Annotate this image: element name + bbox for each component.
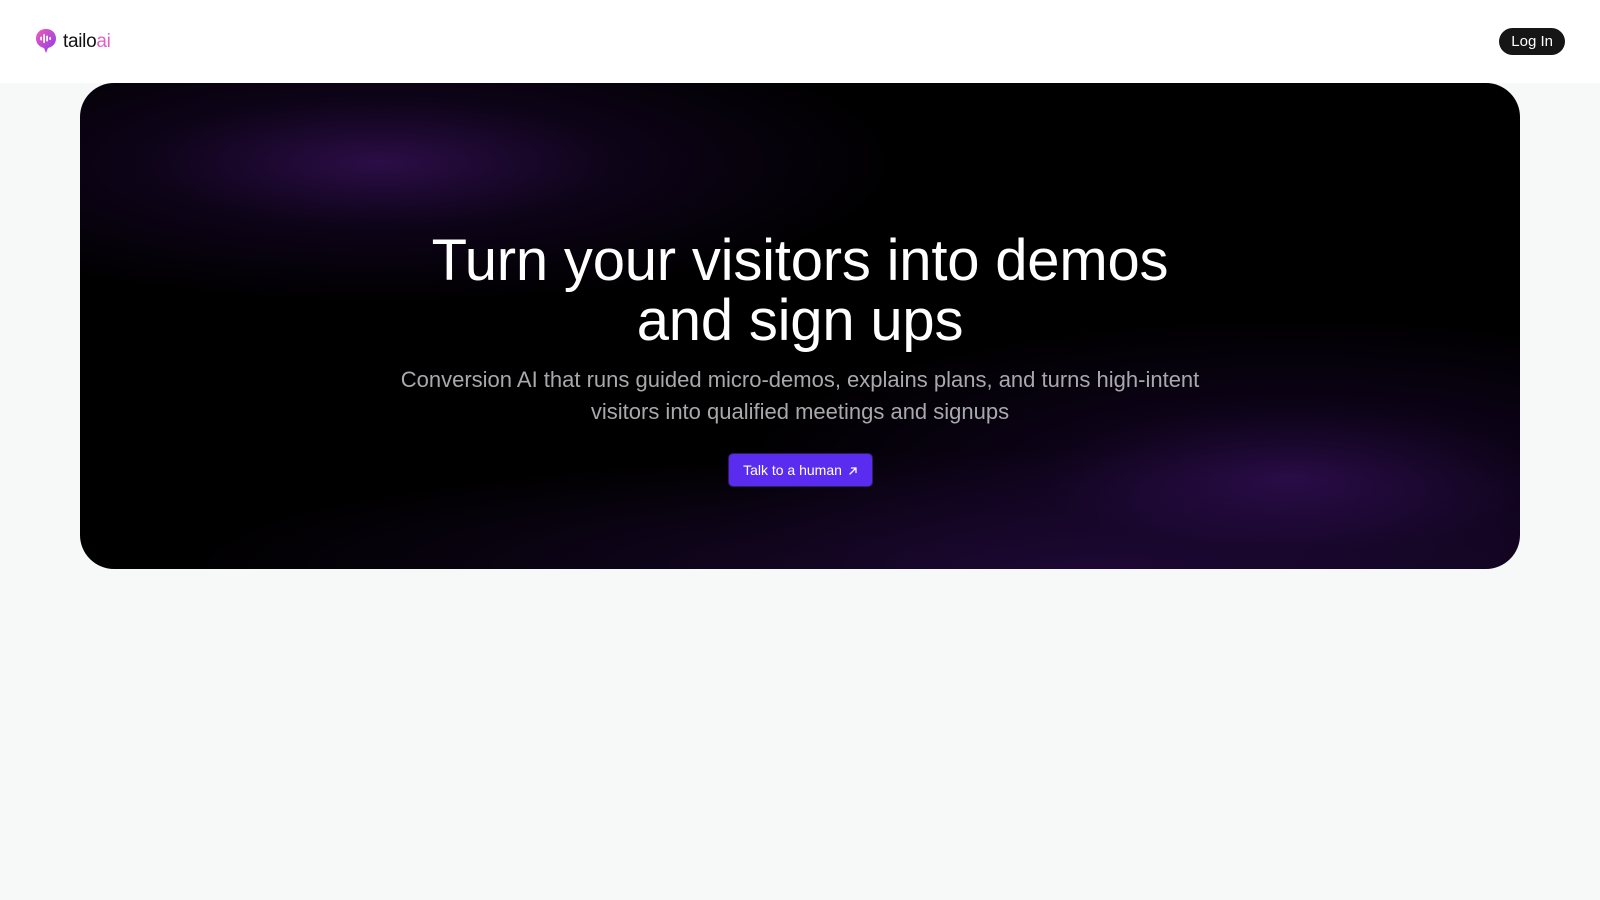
hero-subtitle-line-2: visitors into qualified meetings and sig… (590, 399, 1010, 424)
login-button[interactable]: Log In (1499, 28, 1565, 55)
arrow-up-right-icon (849, 467, 857, 475)
logo-wordmark-part2: ai (96, 31, 111, 52)
chat-bubble-waveform-icon (36, 29, 56, 53)
logo-wordmark: tailoai (63, 32, 111, 51)
hero-title-line-1: Turn your visitors into demos (431, 228, 1169, 293)
talk-to-human-button[interactable]: Talk to a human (729, 454, 872, 486)
hero-subtitle-line-1: Conversion AI that runs guided micro-dem… (400, 367, 1200, 392)
hero-section: Turn your visitors into demos and sign u… (80, 83, 1520, 569)
hero-title-line-2: and sign ups (636, 288, 964, 353)
talk-to-human-label: Talk to a human (743, 462, 842, 478)
logo-link[interactable]: tailoai (35, 28, 111, 54)
top-navigation-bar: tailoai Log In (0, 0, 1600, 83)
logo-wordmark-part1: tailo (63, 31, 97, 52)
hero-subtitle: Conversion AI that runs guided micro-dem… (80, 364, 1520, 428)
hero-title: Turn your visitors into demos and sign u… (80, 231, 1520, 351)
